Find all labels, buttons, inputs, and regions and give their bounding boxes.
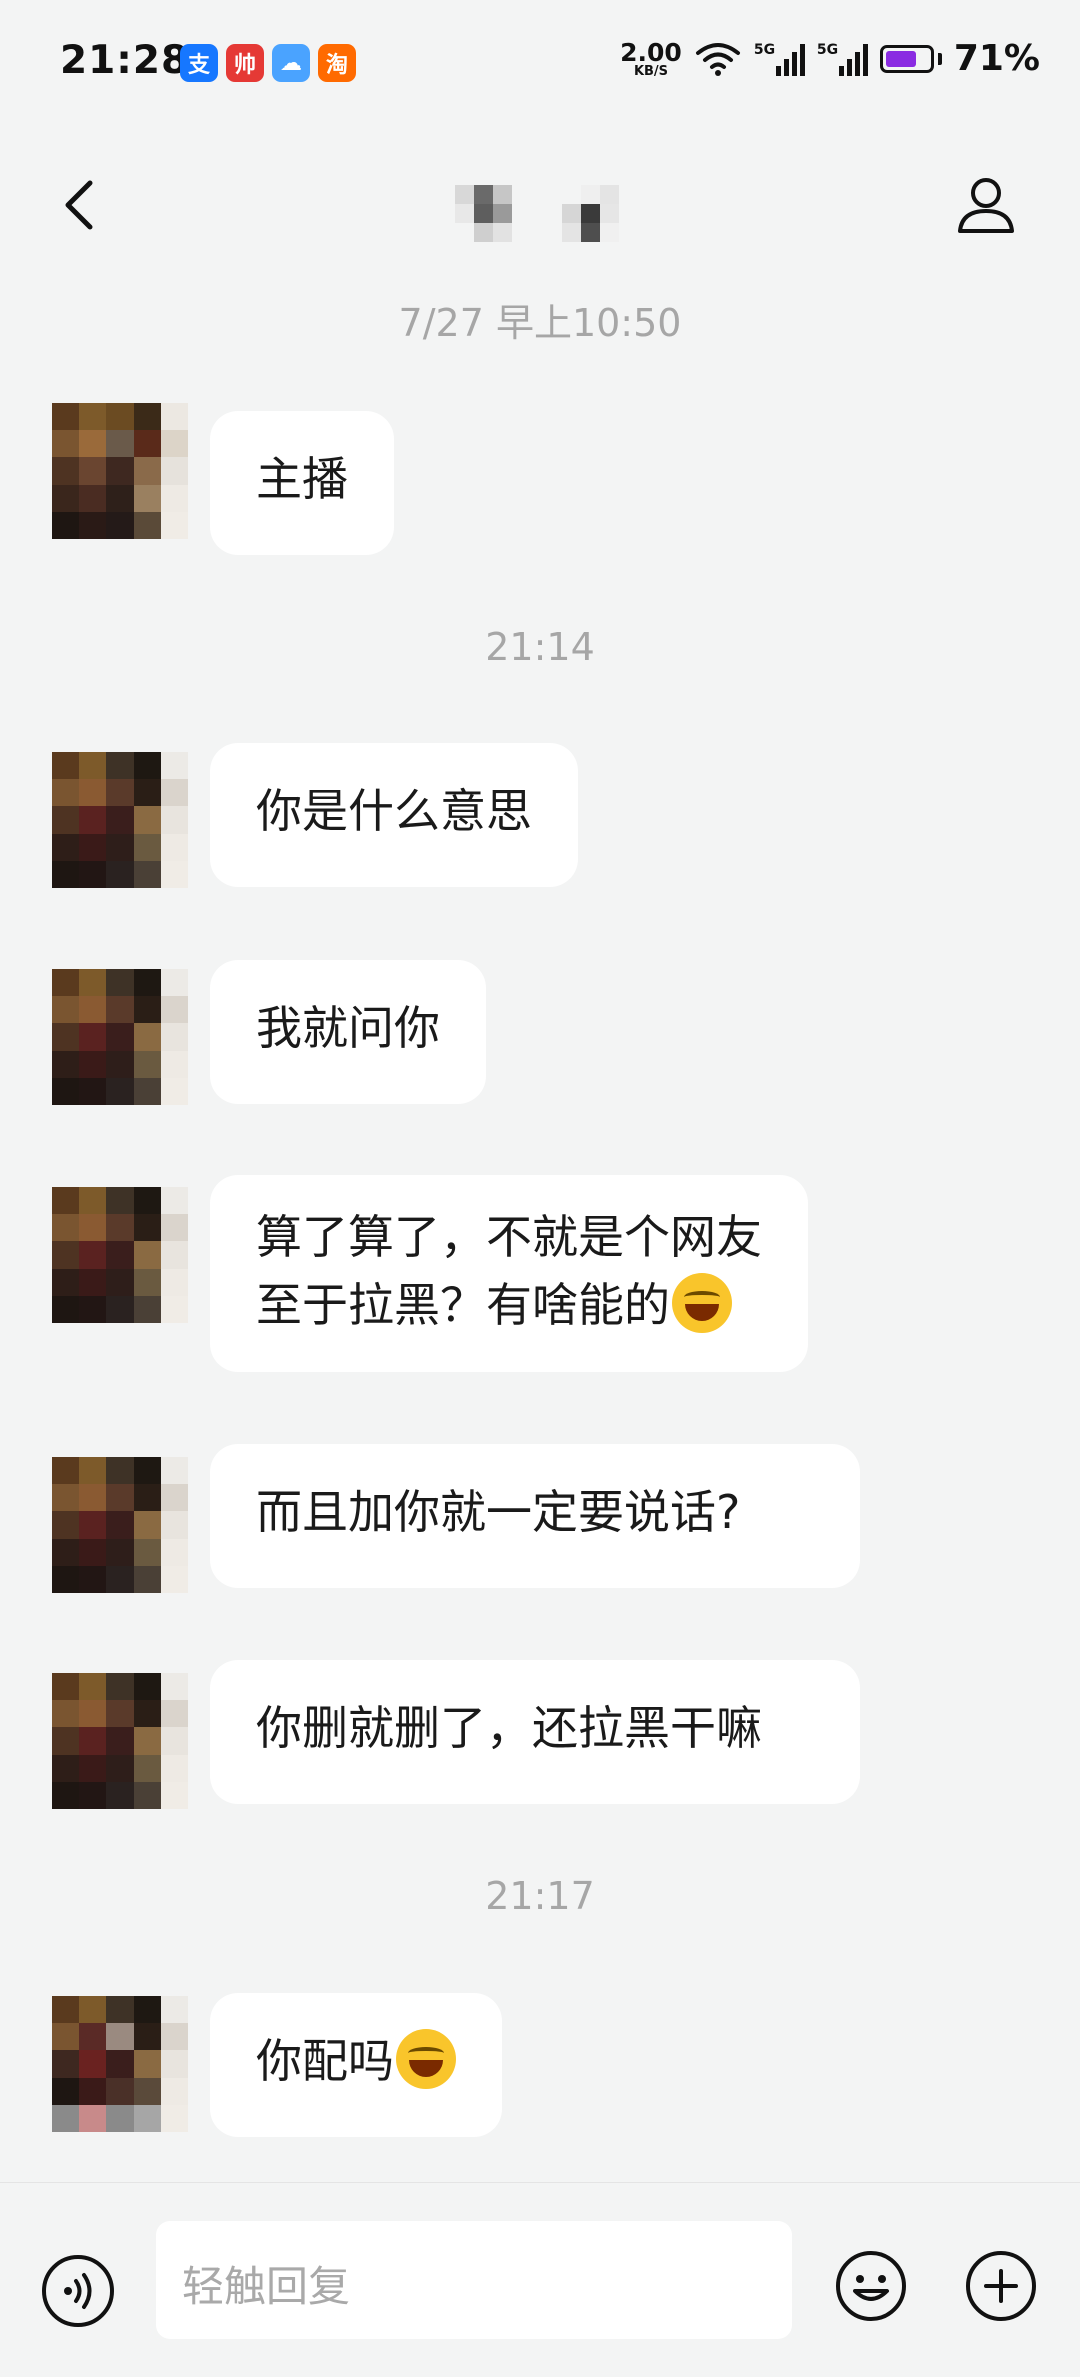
timestamp: 7/27 早上10:50 bbox=[398, 301, 682, 345]
network-speed-value: 2.00 bbox=[620, 37, 682, 67]
reply-bar: 轻触回复 bbox=[0, 2182, 1080, 2377]
taobao-icon: 淘 bbox=[318, 44, 356, 82]
voice-button[interactable] bbox=[42, 2255, 114, 2327]
avatar[interactable] bbox=[52, 1187, 188, 1323]
message-bubble[interactable]: 你配吗 bbox=[210, 1993, 502, 2137]
reply-input[interactable]: 轻触回复 bbox=[156, 2221, 792, 2339]
status-app-icons: 支 帅 ☁ 淘 bbox=[180, 44, 356, 82]
avatar[interactable] bbox=[52, 752, 188, 888]
avatar[interactable] bbox=[52, 403, 188, 539]
message-bubble[interactable]: 而且加你就一定要说话? bbox=[210, 1444, 860, 1588]
battery-icon bbox=[879, 44, 942, 73]
battery-percent: 71% bbox=[953, 38, 1040, 79]
chat-header bbox=[0, 125, 1080, 285]
timestamp: 21:17 bbox=[485, 1874, 595, 1918]
status-bar: 21:28 支 帅 ☁ 淘 2.00 KB/S 5G 5G 71% bbox=[0, 0, 1080, 125]
message-line: 算了算了，不就是个网友 bbox=[256, 1210, 762, 1264]
message-line: 至于拉黑？有啥能的 bbox=[256, 1278, 670, 1332]
signal-2-label: 5G bbox=[816, 41, 839, 58]
status-indicators: 2.00 KB/S 5G 5G 71% bbox=[620, 38, 1040, 79]
timestamp: 21:14 bbox=[485, 625, 595, 669]
voice-icon bbox=[64, 2273, 92, 2309]
reply-placeholder: 轻触回复 bbox=[182, 2262, 351, 2311]
back-button[interactable] bbox=[52, 175, 112, 235]
avatar[interactable] bbox=[52, 969, 188, 1105]
contact-name-redacted bbox=[455, 185, 619, 242]
avatar[interactable] bbox=[52, 1457, 188, 1593]
message-bubble[interactable]: 主播 bbox=[210, 411, 394, 555]
network-speed-unit: KB/S bbox=[633, 63, 669, 79]
laughing-emoji-icon bbox=[672, 1273, 732, 1333]
message-bubble[interactable]: 你删就删了，还拉黑干嘛 bbox=[210, 1660, 860, 1804]
profile-button[interactable] bbox=[954, 173, 1018, 237]
smiley-icon[interactable] bbox=[834, 2249, 908, 2323]
red-app-icon: 帅 bbox=[226, 44, 264, 82]
cell-signal-1-icon: 5G bbox=[754, 42, 805, 76]
message-bubble[interactable]: 我就问你 bbox=[210, 960, 486, 1104]
avatar[interactable] bbox=[52, 1673, 188, 1809]
plus-icon[interactable] bbox=[964, 2249, 1038, 2323]
message-bubble[interactable]: 算了算了，不就是个网友 至于拉黑？有啥能的 bbox=[210, 1175, 808, 1372]
status-time: 21:28 bbox=[60, 38, 190, 83]
signal-1-label: 5G bbox=[753, 41, 776, 58]
network-speed: 2.00 KB/S bbox=[620, 40, 682, 78]
message-line-with-emoji: 至于拉黑？有啥能的 bbox=[256, 1271, 762, 1339]
wifi-icon bbox=[695, 42, 740, 76]
weather-icon: ☁ bbox=[272, 44, 310, 82]
cell-signal-2-icon: 5G bbox=[817, 42, 868, 76]
avatar[interactable] bbox=[52, 1996, 188, 2132]
grinning-emoji-icon bbox=[396, 2029, 456, 2089]
message-bubble[interactable]: 你是什么意思 bbox=[210, 743, 578, 887]
message-text: 你配吗 bbox=[256, 2034, 394, 2088]
alipay-icon: 支 bbox=[180, 44, 218, 82]
